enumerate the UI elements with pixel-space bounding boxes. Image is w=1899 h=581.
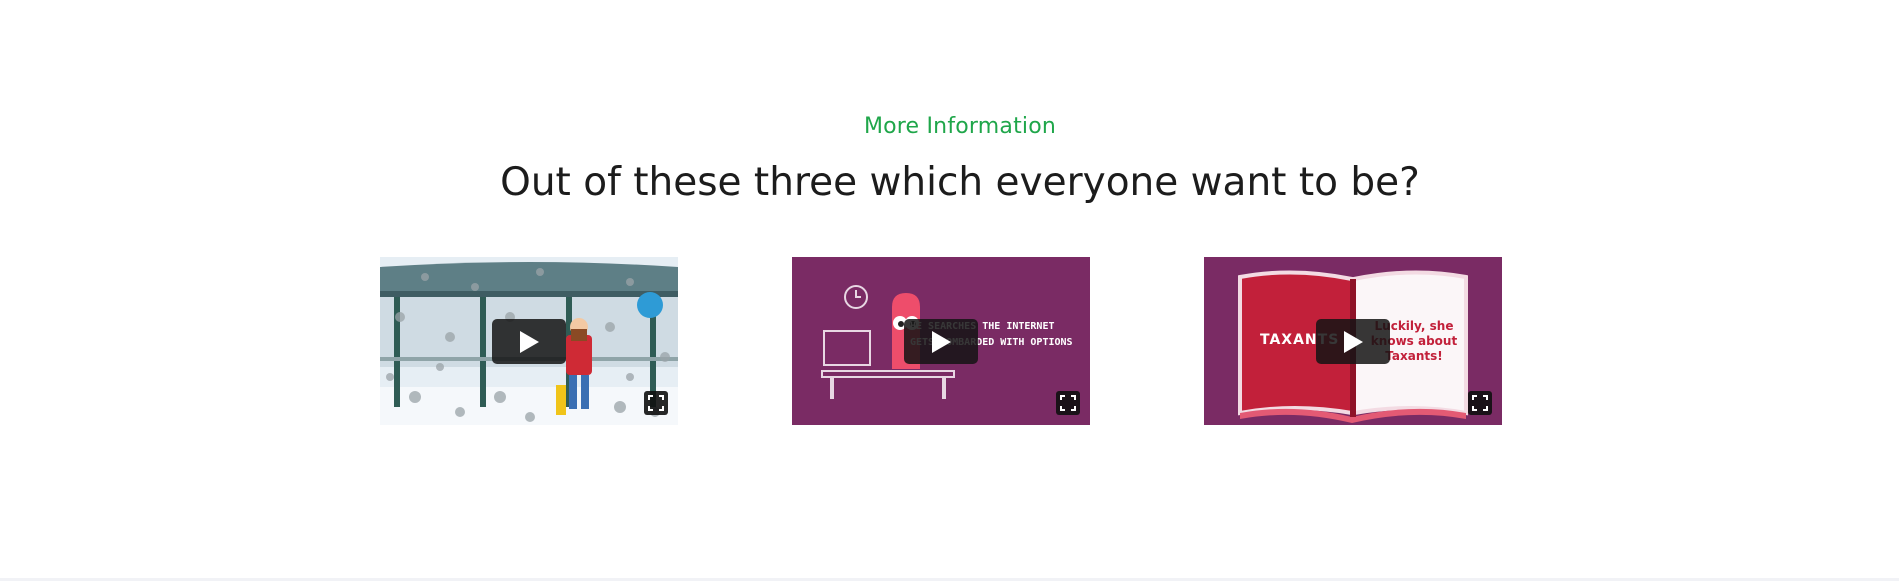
fullscreen-button[interactable] (644, 391, 668, 415)
fullscreen-button[interactable] (1056, 391, 1080, 415)
video-player-1[interactable] (380, 257, 678, 425)
play-button[interactable] (492, 319, 566, 364)
fullscreen-icon (1472, 395, 1488, 411)
fullscreen-icon (648, 395, 664, 411)
play-button[interactable] (1316, 319, 1390, 364)
video-player-3[interactable]: TAXANTS Luckily, she knows about Taxants… (1204, 257, 1502, 425)
fullscreen-button[interactable] (1468, 391, 1492, 415)
video-player-2[interactable]: HE SEARCHES THE INTERNET GETS BOMBARDED … (792, 257, 1090, 425)
play-icon (932, 330, 951, 353)
play-button[interactable] (904, 319, 978, 364)
play-icon (1344, 330, 1363, 353)
fullscreen-icon (1060, 395, 1076, 411)
section-heading: Out of these three which everyone want t… (500, 160, 1420, 205)
play-icon (520, 330, 539, 353)
more-information-section: More Information Out of these three whic… (0, 0, 1899, 578)
section-eyebrow: More Information (863, 114, 1057, 139)
